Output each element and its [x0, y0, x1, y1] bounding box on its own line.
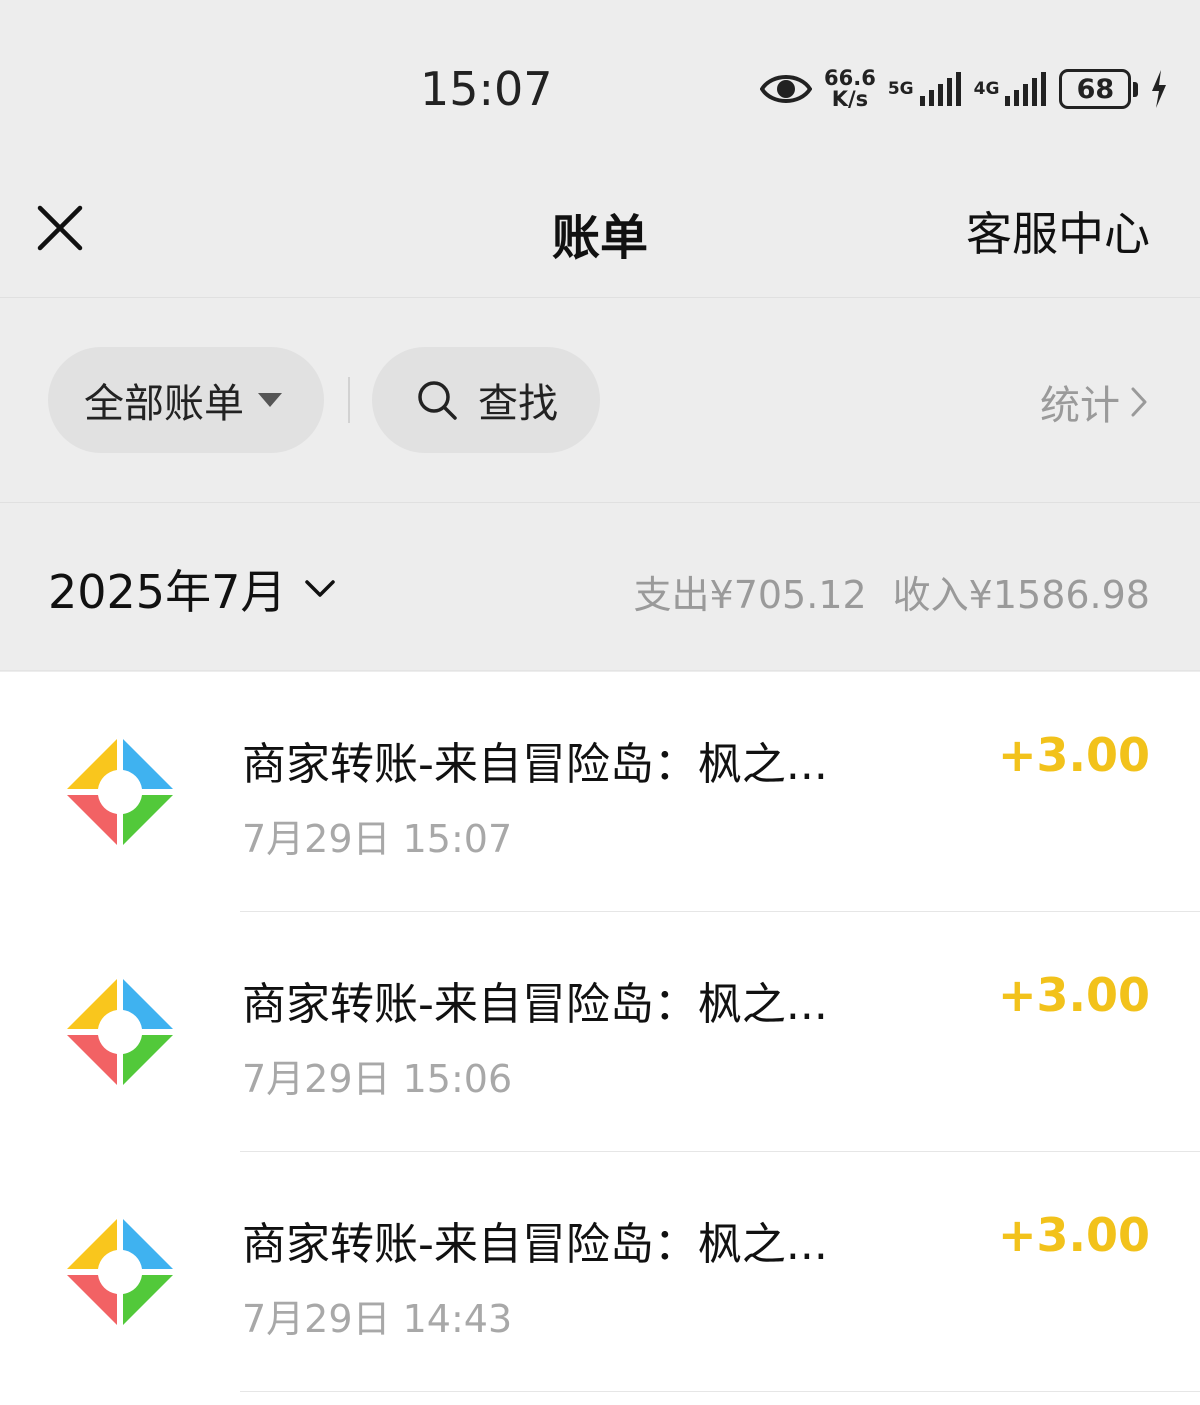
signal-5g-label: 5G	[887, 79, 914, 99]
search-button[interactable]: 查找	[372, 347, 600, 453]
month-summary: 2025年7月 支出¥705.12 收入¥1586.98	[0, 504, 1200, 671]
status-time: 15:07	[420, 62, 553, 116]
bill-item[interactable]: 商家转账-来自冒险岛：枫之... 7月29日 15:07 +3.00	[0, 672, 1200, 912]
bill-amount: +3.00	[997, 968, 1150, 1022]
filter-bar: 全部账单 查找 统计	[0, 299, 1200, 503]
statistics-link[interactable]: 统计	[1040, 373, 1148, 431]
signal-4g: 4G	[974, 70, 1048, 108]
all-bills-dropdown[interactable]: 全部账单	[48, 347, 324, 453]
month-label: 2025年7月	[48, 565, 287, 619]
bill-item[interactable]: 商家转账-来自冒险岛：枫之... 7月29日 14:43 +3.00	[0, 1152, 1200, 1392]
bill-time: 7月29日 14:43	[242, 1297, 513, 1341]
month-selector[interactable]: 2025年7月	[48, 556, 336, 622]
signal-5g: 5G	[888, 70, 962, 108]
income-total: 收入¥1586.98	[892, 573, 1150, 617]
all-bills-label: 全部账单	[84, 381, 244, 427]
status-icons: 66.6 K/s 5G 4G 68	[760, 64, 1168, 114]
customer-service-link[interactable]: 客服中心	[966, 198, 1150, 264]
merchant-transfer-icon	[67, 1219, 173, 1325]
close-button[interactable]	[32, 200, 88, 256]
signal-bars-icon	[1005, 72, 1047, 106]
net-speed-value: 66.6	[824, 66, 876, 90]
chevron-right-icon	[1131, 387, 1147, 417]
close-icon	[37, 205, 83, 251]
bill-list: 商家转账-来自冒险岛：枫之... 7月29日 15:07 +3.00 商家转账-…	[0, 672, 1200, 1405]
bill-time: 7月29日 15:06	[242, 1057, 513, 1101]
search-label: 查找	[478, 381, 558, 427]
filter-divider	[348, 377, 350, 423]
bill-amount: +3.00	[997, 728, 1150, 782]
signal-4g-label: 4G	[973, 79, 1000, 99]
charging-icon	[1152, 70, 1167, 108]
signal-bars-icon	[919, 72, 961, 106]
merchant-transfer-icon	[67, 739, 173, 845]
eye-icon	[760, 75, 812, 103]
expense-total: 支出¥705.12	[633, 573, 867, 617]
net-speed: 66.6 K/s	[824, 68, 876, 110]
bill-title: 商家转账-来自冒险岛：枫之...	[242, 1219, 828, 1270]
net-speed-unit: K/s	[831, 87, 869, 111]
bill-amount: +3.00	[997, 1208, 1150, 1262]
status-bar: 15:07 66.6 K/s 5G 4G 68	[0, 0, 1200, 150]
battery-indicator: 68	[1059, 69, 1139, 109]
bill-item[interactable]: 商家转账-来自冒险岛：枫之... 7月29日 15:06 +3.00	[0, 912, 1200, 1152]
battery-tip	[1133, 81, 1139, 97]
nav-header: 账单 客服中心	[0, 150, 1200, 298]
search-icon	[418, 381, 457, 420]
battery-level: 68	[1059, 69, 1132, 109]
row-divider	[240, 1391, 1200, 1392]
month-totals: 支出¥705.12 收入¥1586.98	[634, 564, 1150, 619]
bill-title: 商家转账-来自冒险岛：枫之...	[242, 739, 828, 790]
caret-down-icon	[258, 393, 282, 407]
merchant-transfer-icon	[67, 979, 173, 1085]
statistics-label: 统计	[1040, 383, 1120, 429]
chevron-down-icon	[305, 580, 336, 597]
bill-time: 7月29日 15:07	[242, 817, 513, 861]
bill-title: 商家转账-来自冒险岛：枫之...	[242, 979, 828, 1030]
